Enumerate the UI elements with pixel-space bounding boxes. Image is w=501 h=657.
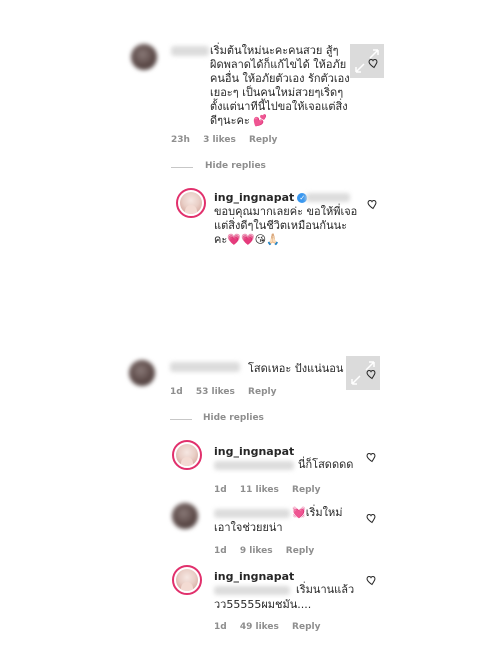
divider-line — [171, 167, 193, 168]
comment-text: โสดเหอะ ปังแน่นอน — [248, 362, 344, 375]
commenter-username-blurred[interactable] — [170, 362, 240, 372]
comment-time: 23h — [171, 135, 190, 145]
commenter-avatar[interactable] — [131, 44, 157, 70]
heart-outline-icon[interactable] — [365, 368, 377, 380]
reply-text: ขอบคุณมากเลยค่ะ ขอให้พี่เจอแต่สิ่งดีๆในช… — [214, 205, 360, 247]
reply-time: 1d — [214, 485, 227, 495]
comment-emoji: 💕 — [253, 114, 267, 127]
reply-emoji: 💓 — [292, 506, 306, 519]
reply-meta: 1d 11 likes Reply — [214, 485, 330, 495]
reply-username[interactable]: ing_ingnapat — [214, 445, 294, 458]
reply-time: 1d — [214, 546, 227, 556]
comment-meta: 1d 53 likes Reply — [170, 387, 286, 397]
reply-emoji: 💗💗😘🙏🏻 — [227, 233, 280, 246]
heart-outline-icon[interactable] — [366, 198, 378, 210]
comment-likes[interactable]: 3 likes — [203, 135, 236, 145]
hide-replies-button[interactable]: Hide replies — [205, 161, 266, 171]
reply-avatar[interactable] — [172, 503, 198, 529]
reply-meta: 1d 9 likes Reply — [214, 546, 324, 556]
reply-button[interactable]: Reply — [292, 485, 320, 495]
comment-meta: 23h 3 likes Reply — [171, 135, 287, 145]
mention-blurred[interactable] — [306, 193, 350, 202]
reply-meta: 1d 49 likes Reply — [214, 622, 330, 632]
reply-button[interactable]: Reply — [292, 622, 320, 632]
heart-outline-icon[interactable] — [365, 512, 377, 524]
commenter-avatar[interactable] — [129, 360, 155, 386]
reply-likes[interactable]: 11 likes — [240, 485, 279, 495]
reply-avatar[interactable] — [172, 440, 202, 470]
heart-outline-icon[interactable] — [365, 451, 377, 463]
reply-button[interactable]: Reply — [248, 387, 276, 397]
reply-username-blurred[interactable] — [214, 509, 290, 518]
mention-blurred[interactable] — [214, 461, 294, 470]
commenter-username-blurred[interactable] — [171, 46, 209, 56]
reply-avatar[interactable] — [176, 188, 206, 218]
reply-text-line2: เอาใจช่วยยน่า — [214, 521, 283, 534]
mention-blurred[interactable] — [214, 586, 290, 595]
reply-likes[interactable]: 49 likes — [240, 622, 279, 632]
reply-text-line1: เริ่มนานแล้ว — [296, 583, 355, 596]
reply-likes[interactable]: 9 likes — [240, 546, 273, 556]
reply-time: 1d — [214, 622, 227, 632]
heart-outline-icon[interactable] — [367, 57, 379, 69]
heart-outline-icon[interactable] — [365, 574, 377, 586]
reply-text: 💓เริ่มใหม่ — [292, 506, 343, 520]
comment-text-body: เริ่มต้นใหม่นะคะคนสวย สู้ๆ ผิดพลาดได้ก็แ… — [210, 44, 350, 127]
reply-button[interactable]: Reply — [286, 546, 314, 556]
reply-username[interactable]: ing_ingnapat — [214, 570, 294, 583]
hide-replies-button[interactable]: Hide replies — [203, 413, 264, 423]
comment-time: 1d — [170, 387, 183, 397]
reply-avatar[interactable] — [172, 565, 202, 595]
comment-text: เริ่มต้นใหม่นะคะคนสวย สู้ๆ ผิดพลาดได้ก็แ… — [210, 44, 355, 128]
reply-text-line1: เริ่มใหม่ — [305, 506, 343, 519]
comment-likes[interactable]: 53 likes — [196, 387, 235, 397]
divider-line — [170, 419, 192, 420]
reply-button[interactable]: Reply — [249, 135, 277, 145]
reply-username[interactable]: ing_ingnapat ✓ — [214, 191, 308, 204]
reply-text: นี่ก็โสดดดด — [298, 458, 354, 471]
reply-text-line2: วว55555ผมชมัน.... — [214, 598, 312, 611]
